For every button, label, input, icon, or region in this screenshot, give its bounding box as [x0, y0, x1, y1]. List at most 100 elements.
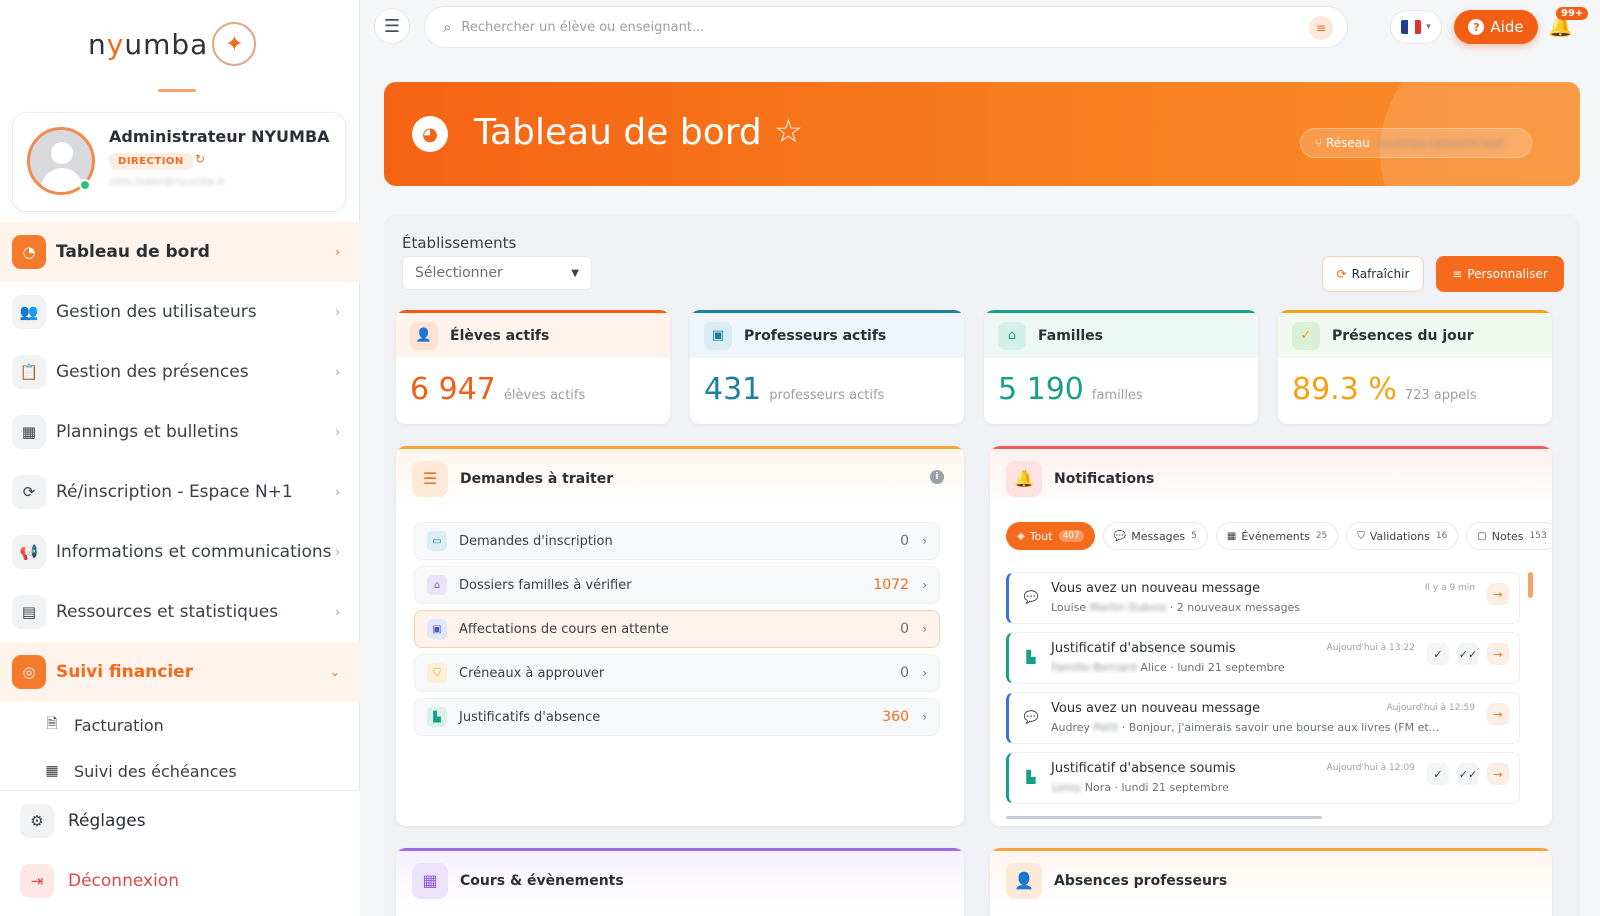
info-icon[interactable]: i: [930, 470, 944, 484]
notification-time: Aujourd'hui à 13:22: [1326, 643, 1415, 653]
hamburger-menu-button[interactable]: ☰: [374, 8, 410, 44]
kpi-value: 431: [704, 372, 762, 407]
absences-panel-header: 👤 Absences professeurs: [990, 848, 1552, 910]
kpi-title: Élèves actifs: [450, 327, 550, 344]
double-check-icon[interactable]: ✓✓: [1457, 763, 1479, 785]
notification-item[interactable]: 💬 Vous avez un nouveau message Louise Ma…: [1006, 572, 1520, 624]
switch-role-icon[interactable]: ↻: [195, 152, 205, 166]
online-status-dot: [79, 179, 91, 191]
chevron-right-icon: ›: [922, 578, 927, 592]
calendar-check-icon: ▦: [45, 763, 59, 779]
tab-all[interactable]: ◈ Tout 407: [1006, 522, 1095, 550]
kpi-header: 👤 Élèves actifs: [396, 310, 670, 358]
double-check-icon[interactable]: ✓✓: [1457, 643, 1479, 665]
sidebar-item-reenrollment[interactable]: ⟳ Ré/inscription - Espace N+1 ›: [0, 462, 360, 522]
notifications-panel-header: 🔔 Notifications: [990, 446, 1552, 508]
user-clock-icon: 👤: [1006, 862, 1042, 899]
favorite-star-icon[interactable]: ☆: [774, 112, 803, 150]
chevron-right-icon: ›: [335, 305, 340, 319]
notification-item[interactable]: 💬 Vous avez un nouveau message Audrey Pe…: [1006, 692, 1520, 744]
question-icon: ?: [1468, 19, 1485, 35]
tab-label: Événements: [1241, 529, 1310, 543]
request-row-registrations[interactable]: ▭ Demandes d'inscription 0 ›: [414, 522, 940, 560]
kpi-title: Familles: [1038, 327, 1104, 344]
kpi-card-students[interactable]: 👤 Élèves actifs 6 947 élèves actifs: [396, 310, 670, 424]
help-label: Aide: [1490, 18, 1524, 36]
notification-detail: Louise Martin Dubois · 2 nouveaux messag…: [1051, 601, 1471, 614]
chevron-right-icon: ›: [335, 545, 340, 559]
logout-label: Déconnexion: [68, 871, 179, 891]
request-row-family-files[interactable]: ⌂ Dossiers familles à vérifier 1072 ›: [414, 566, 940, 604]
open-arrow-icon[interactable]: →: [1487, 583, 1509, 605]
users-icon: 👥: [12, 295, 46, 329]
chat-icon: 💬: [1113, 530, 1127, 542]
network-badge[interactable]: ⑂ Réseau nyumba.network.test: [1300, 128, 1532, 158]
open-arrow-icon[interactable]: →: [1487, 643, 1509, 665]
search-input[interactable]: [461, 19, 1282, 35]
establishment-select[interactable]: Sélectionner ▼: [402, 256, 592, 290]
notification-time: Aujourd'hui à 12:09: [1326, 763, 1415, 773]
sidebar-item-resources[interactable]: ▤ Ressources et statistiques ›: [0, 582, 360, 642]
kpi-card-attendance[interactable]: ✓ Présences du jour 89.3 % 723 appels: [1278, 310, 1552, 424]
horizontal-scrollbar[interactable]: [1006, 816, 1322, 819]
tab-label: Messages: [1131, 529, 1186, 543]
kpi-subtitle: 723 appels: [1404, 388, 1477, 403]
notification-item[interactable]: ▙ Justificatif d'absence soumis Famille …: [1006, 632, 1520, 684]
gauge-icon: ◕: [412, 116, 448, 152]
kpi-card-families[interactable]: ⌂ Familles 5 190 familles: [984, 310, 1258, 424]
request-row-slots[interactable]: ⛉ Créneaux à approuver 0 ›: [414, 654, 940, 692]
notifications-panel: 🔔 Notifications ◈ Tout 407 💬 Messages 5 ▦ Évé…: [990, 446, 1552, 826]
clipboard-icon: 📋: [12, 355, 46, 389]
settings-link[interactable]: ⚙ Réglages: [0, 791, 360, 851]
tab-events[interactable]: ▦ Événements 25: [1215, 522, 1339, 550]
chevron-right-icon: ›: [922, 534, 927, 548]
vertical-scrollbar[interactable]: [1528, 572, 1533, 598]
sidebar-item-finance[interactable]: ◎ Suivi financier ⌄: [0, 642, 360, 702]
tab-label: Tout: [1029, 529, 1053, 543]
request-label: Demandes d'inscription: [459, 533, 613, 549]
filter-icon[interactable]: ≡: [1309, 16, 1333, 40]
request-count: 360: [882, 709, 909, 725]
customize-label: Personnaliser: [1467, 267, 1548, 281]
sidebar-item-attendance[interactable]: 📋 Gestion des présences ›: [0, 342, 360, 402]
sidebar-item-dashboard[interactable]: ◔ Tableau de bord ›: [0, 222, 360, 282]
customize-button[interactable]: ≡ Personnaliser: [1436, 256, 1564, 292]
kpi-value-line: 6 947 élèves actifs: [410, 372, 585, 407]
sidebar-item-users[interactable]: 👥 Gestion des utilisateurs ›: [0, 282, 360, 342]
open-arrow-icon[interactable]: →: [1487, 763, 1509, 785]
request-row-course-assignments[interactable]: ▣ Affectations de cours en attente 0 ›: [414, 610, 940, 648]
help-button[interactable]: ? Aide: [1454, 10, 1538, 44]
id-card-icon: ▣: [427, 619, 447, 639]
refresh-button[interactable]: ⟳ Rafraîchir: [1322, 256, 1424, 292]
archive-icon: ▤: [12, 595, 46, 629]
sidebar-item-schedules[interactable]: ▦ Plannings et bulletins ›: [0, 402, 360, 462]
file-check-icon: ▙: [1026, 770, 1036, 784]
kpi-card-teachers[interactable]: ▣ Professeurs actifs 431 professeurs acti…: [690, 310, 964, 424]
kpi-title: Professeurs actifs: [744, 327, 887, 344]
calendar-icon: ▦: [1226, 530, 1237, 542]
notification-item[interactable]: ▙ Justificatif d'absence soumis Leroy No…: [1006, 752, 1520, 804]
sidebar-item-label: Ré/inscription - Espace N+1: [56, 482, 293, 502]
caret-down-icon: ▼: [571, 267, 579, 279]
sidebar-subitem-due-dates[interactable]: ▦ Suivi des échéances: [0, 748, 360, 794]
tab-notes[interactable]: ▢ Notes 153: [1466, 522, 1552, 550]
check-icon[interactable]: ✓: [1427, 763, 1449, 785]
tab-validations[interactable]: ⛉ Validations 16: [1346, 522, 1459, 550]
logout-link[interactable]: ⇥ Déconnexion: [0, 851, 360, 911]
notification-time: Il y a 9 min: [1424, 583, 1475, 593]
request-row-absence-proofs[interactable]: ▙ Justificatifs d'absence 360 ›: [414, 698, 940, 736]
profile-card[interactable]: Administrateur NYUMBA DIRECTION ↻ nikki.…: [12, 112, 346, 212]
dashboard-content: Établissements Sélectionner ▼ ⟳ Rafraîch…: [384, 214, 1580, 916]
tab-messages[interactable]: 💬 Messages 5: [1102, 522, 1208, 550]
sidebar-subitem-invoicing[interactable]: 🗎 Facturation: [0, 702, 360, 748]
kpi-value: 89.3 %: [1292, 372, 1397, 407]
profile-email: nikki.baker@nyumba.fr: [109, 177, 226, 188]
notification-excerpt: · Bonjour, j'aimerais savoir une bourse …: [1118, 721, 1440, 734]
check-icon[interactable]: ✓: [1427, 643, 1449, 665]
absences-title: Absences professeurs: [1054, 872, 1228, 889]
logo[interactable]: nyumba ✦: [88, 22, 257, 66]
sidebar-item-communications[interactable]: 📢 Informations et communications ›: [0, 522, 360, 582]
open-arrow-icon[interactable]: →: [1487, 703, 1509, 725]
refresh-icon: ⟳: [1336, 267, 1347, 281]
language-selector[interactable]: ▾: [1390, 10, 1442, 44]
